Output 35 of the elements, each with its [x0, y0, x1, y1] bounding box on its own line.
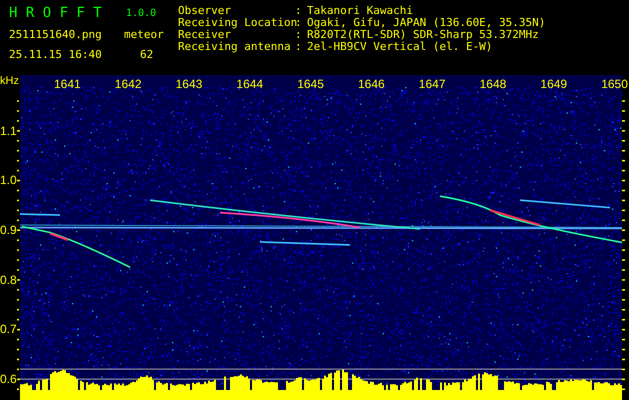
- y-axis-label: 1.1: [0, 124, 17, 137]
- y-axis-label: 0.8: [0, 274, 17, 286]
- info-value: Takanori Kawachi: [307, 5, 414, 17]
- info-separator: :: [295, 29, 303, 41]
- time-label: 1645: [297, 78, 324, 90]
- meteor-count: 62: [139, 48, 154, 60]
- y-axis-label: 0.9: [0, 224, 17, 236]
- time-label: 1644: [236, 78, 262, 90]
- time-label: 1643: [176, 78, 202, 90]
- info-separator: :: [295, 5, 303, 17]
- y-axis-label: 1.0: [0, 174, 17, 186]
- app-title: H R O F F T: [8, 5, 103, 21]
- date-time: 25.11.15 16:40: [8, 48, 103, 60]
- info-label: Receiver: [178, 29, 231, 41]
- info-separator: :: [295, 17, 303, 29]
- time-label: 1642: [114, 78, 141, 90]
- info-value: Ogaki, Gifu, JAPAN (136.60E, 35.35N): [307, 17, 546, 29]
- info-label: Receiving antenna: [178, 41, 292, 53]
- version-label: 1.0.0: [125, 8, 158, 18]
- time-label: 1647: [418, 78, 445, 90]
- time-label: 1648: [480, 78, 506, 90]
- time-label: 1646: [358, 78, 384, 90]
- info-separator: :: [295, 41, 303, 53]
- y-axis-label: 0.7: [0, 323, 17, 336]
- y-axis-label: 0.6: [0, 373, 17, 386]
- file-name: 2511151640.png: [8, 28, 103, 40]
- time-label: 1641: [54, 78, 80, 90]
- axis-unit: kHz: [0, 75, 19, 87]
- info-label: Receiving Location: [178, 17, 295, 29]
- time-label: 1649: [540, 78, 566, 90]
- meteor-label: meteor: [123, 28, 165, 40]
- time-label: 1650: [601, 78, 628, 90]
- info-value: R820T2(RTL-SDR) SDR-Sharp 53.372MHz: [307, 29, 540, 41]
- info-label: Observer: [178, 5, 232, 17]
- info-value: 2el-HB9CV Vertical (el. E-W): [307, 41, 494, 53]
